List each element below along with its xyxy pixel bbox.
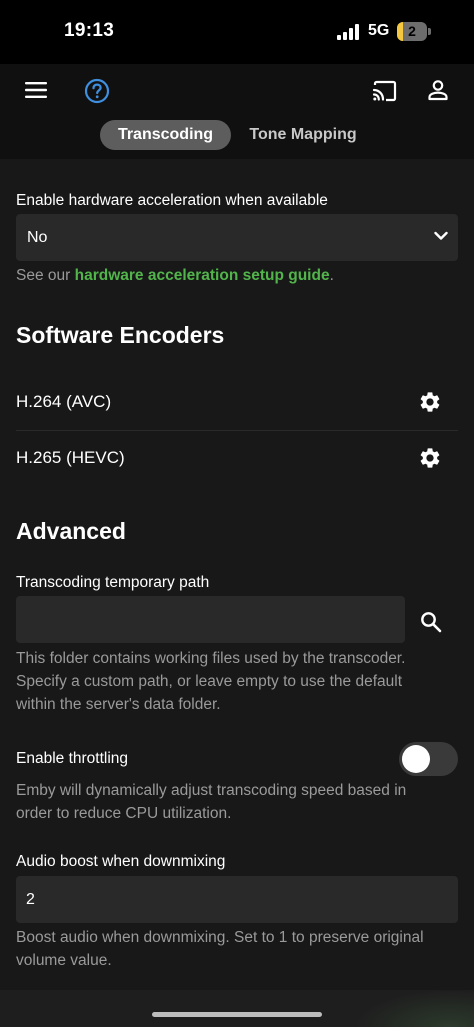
menu-icon	[25, 82, 47, 98]
search-icon	[421, 612, 442, 633]
menu-button[interactable]	[22, 78, 50, 102]
help-line: order to reduce CPU utilization.	[16, 805, 232, 822]
home-indicator[interactable]	[152, 1012, 322, 1017]
bottom-bar	[0, 990, 474, 1027]
help-line: volume value.	[16, 952, 112, 969]
gear-icon[interactable]	[418, 390, 442, 414]
help-icon	[84, 78, 110, 104]
hw-accel-help-suffix: .	[329, 267, 334, 284]
help-line: Boost audio when downmixing. Set to 1 to…	[16, 929, 424, 946]
hw-accel-value: No	[27, 229, 48, 246]
tab-transcoding[interactable]: Transcoding	[100, 120, 231, 150]
battery-level: 2	[408, 23, 416, 39]
help-line: Emby will dynamically adjust transcoding…	[16, 782, 407, 799]
help-button[interactable]	[82, 76, 112, 106]
status-time: 19:13	[64, 20, 115, 41]
throttling-help: Emby will dynamically adjust transcoding…	[16, 779, 406, 825]
encoder-label: H.265 (HEVC)	[16, 448, 125, 467]
help-line: within the server's data folder.	[16, 696, 221, 713]
audio-boost-help: Boost audio when downmixing. Set to 1 to…	[16, 926, 424, 972]
user-icon	[428, 80, 448, 101]
audio-boost-value: 2	[26, 891, 35, 908]
network-type: 5G	[368, 22, 390, 39]
cellular-signal-icon	[337, 24, 359, 40]
throttling-toggle[interactable]	[399, 742, 458, 776]
user-button[interactable]	[424, 77, 452, 103]
app-header	[0, 64, 474, 159]
hw-accel-select[interactable]: No	[16, 214, 458, 261]
temp-path-label: Transcoding temporary path	[16, 574, 210, 591]
help-line: This folder contains working files used …	[16, 650, 406, 667]
hw-accel-help: See our hardware acceleration setup guid…	[16, 264, 334, 287]
temp-path-help: This folder contains working files used …	[16, 647, 405, 716]
hw-accel-guide-link[interactable]: hardware acceleration setup guide	[75, 267, 330, 284]
hw-accel-label: Enable hardware acceleration when availa…	[16, 192, 328, 209]
tab-tone-mapping[interactable]: Tone Mapping	[238, 120, 368, 150]
cast-icon	[372, 80, 397, 102]
encoder-row-h264[interactable]: H.264 (AVC)	[16, 375, 458, 430]
advanced-title: Advanced	[16, 518, 126, 544]
help-line: Specify a custom path, or leave empty to…	[16, 673, 402, 690]
status-bar: 19:13 5G 2	[0, 0, 474, 64]
toggle-knob	[402, 745, 430, 773]
software-encoders-title: Software Encoders	[16, 322, 225, 348]
encoder-label: H.264 (AVC)	[16, 392, 112, 411]
chevron-down-icon	[434, 231, 448, 240]
battery-icon: 2	[397, 22, 431, 41]
screen: 19:13 5G 2 Transcoding Tone Mapping Enab…	[0, 0, 474, 1027]
throttling-label: Enable throttling	[16, 750, 129, 767]
browse-path-button[interactable]	[414, 606, 448, 638]
audio-boost-label: Audio boost when downmixing	[16, 853, 226, 870]
gear-icon[interactable]	[418, 446, 442, 470]
encoder-row-h265[interactable]: H.265 (HEVC)	[16, 431, 458, 486]
cast-button[interactable]	[371, 78, 399, 104]
audio-boost-input[interactable]: 2	[16, 876, 458, 923]
temp-path-input[interactable]	[16, 596, 405, 643]
hw-accel-help-text: See our	[16, 267, 75, 284]
